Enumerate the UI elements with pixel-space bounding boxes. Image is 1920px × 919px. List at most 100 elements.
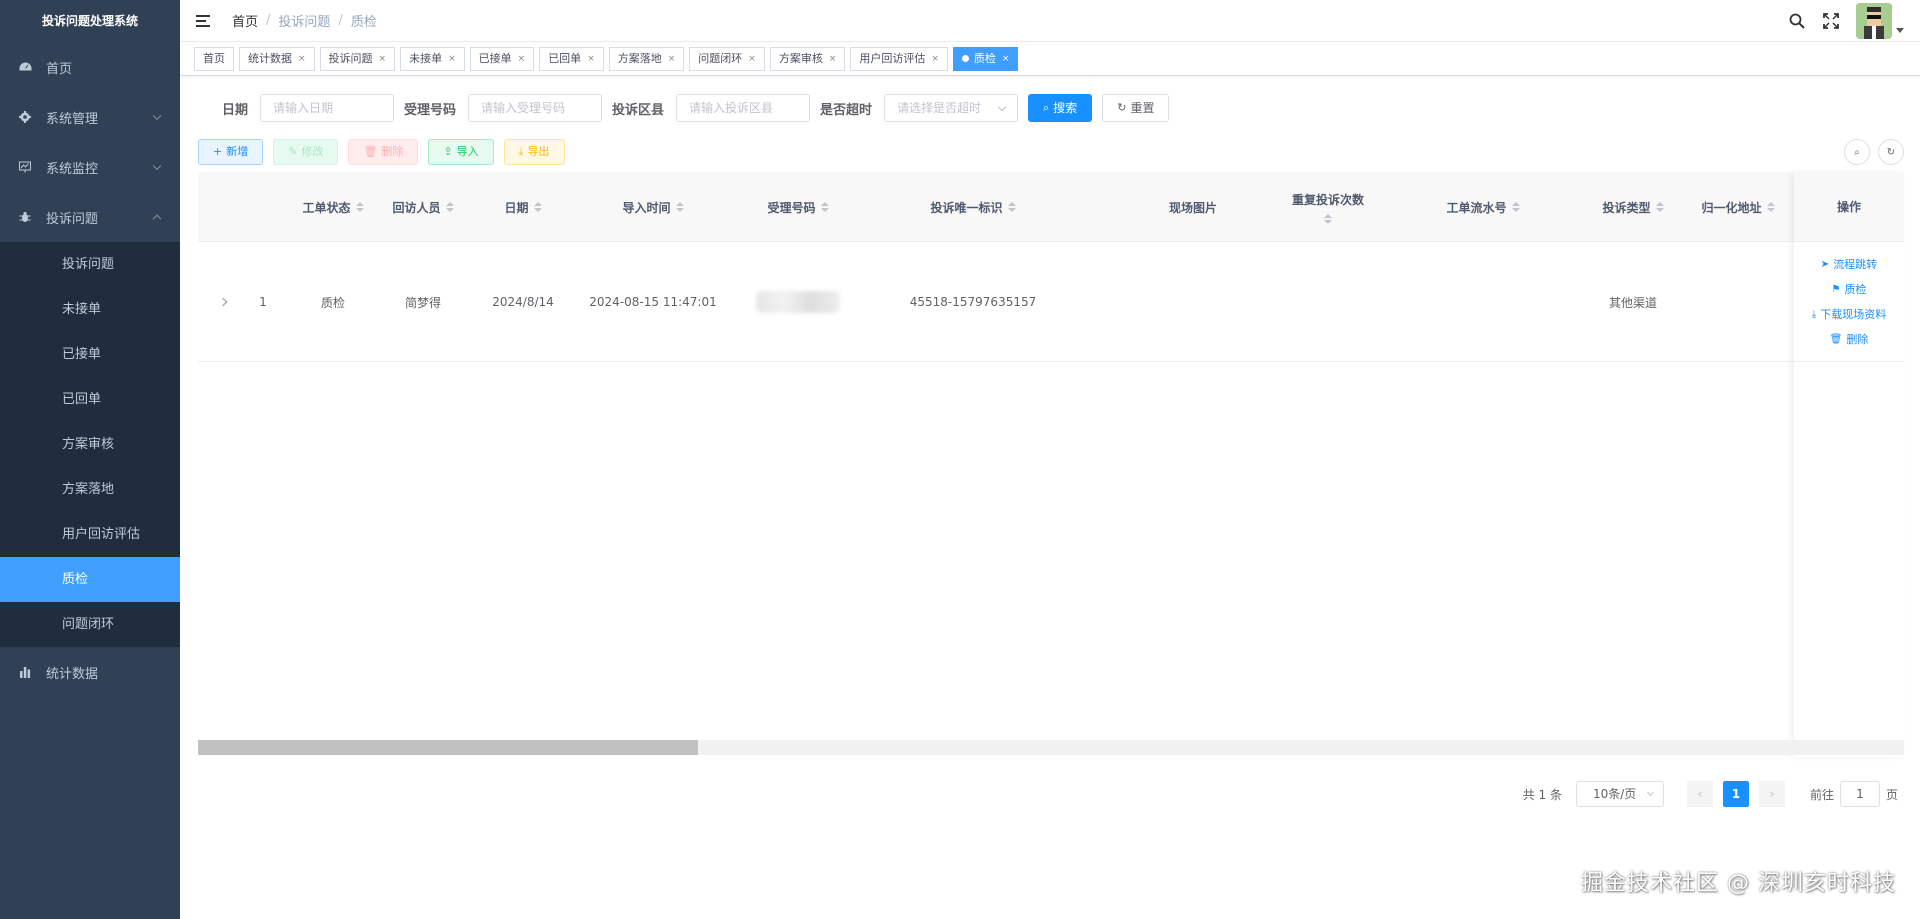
close-icon[interactable]: × (298, 48, 306, 70)
page-number[interactable]: 1 (1722, 781, 1749, 807)
tag-statistics[interactable]: 统计数据 × (239, 46, 315, 71)
page-size-select[interactable]: 10条/页 (1575, 781, 1664, 807)
hamburger-icon[interactable] (196, 14, 212, 27)
table-row[interactable]: 1 质检 简梦得 2024/8/14 2024-08-15 11:47:01 4… (198, 242, 1904, 362)
tag-user-revisit[interactable]: 用户回访评估 × (850, 46, 948, 71)
close-icon[interactable]: × (829, 48, 837, 70)
column-header[interactable]: 投诉类型 (1578, 172, 1688, 242)
scrollbar-thumb[interactable] (198, 740, 698, 755)
cell-acceptance-number (738, 242, 858, 362)
chevron-down-icon (1646, 788, 1655, 797)
close-icon[interactable]: × (518, 48, 526, 70)
sidebar: 投诉问题处理系统 首页 系统管理 系统监控 投诉问题 投诉问题 未接单 已接单 … (0, 0, 180, 919)
monitor-icon (18, 160, 32, 174)
edit-button[interactable]: ✎ 修改 (273, 139, 339, 165)
next-page-button[interactable]: › (1758, 781, 1785, 807)
toggle-search-icon[interactable]: ⌕ (1844, 139, 1870, 165)
sidebar-item-statistics[interactable]: 统计数据 (0, 647, 180, 697)
column-header[interactable]: 导入时间 (588, 172, 718, 242)
tag-plan-implementation[interactable]: 方案落地 × (608, 46, 685, 71)
close-icon[interactable]: × (668, 48, 676, 70)
sidebar-item-system-monitor[interactable]: 系统监控 (0, 142, 180, 192)
breadcrumb-item[interactable]: 首页 (232, 11, 258, 30)
close-icon[interactable]: × (379, 48, 387, 70)
cell-unique-id: 45518-15797635157 (909, 295, 1037, 309)
goto-page-input[interactable]: 1 (1839, 781, 1880, 807)
redacted-value (756, 291, 840, 313)
horizontal-scrollbar[interactable] (198, 740, 1904, 755)
cell-date: 2024/8/14 (492, 295, 554, 309)
flag-icon: ⚑ (1831, 283, 1841, 295)
refresh-icon[interactable]: ↻ (1878, 139, 1904, 165)
sidebar-item-complaint-list[interactable]: 投诉问题 (0, 242, 180, 287)
prev-page-button[interactable]: ‹ (1686, 781, 1713, 807)
goto-page: 前往 1 页 (1810, 781, 1898, 807)
top-navbar: 首页 / 投诉问题 / 质检 (180, 0, 1920, 42)
column-header[interactable]: 工单状态 (298, 172, 368, 242)
row-operations: ➤ 流程跳转 ⚑ 质检 ⤓ 下载现场资料 🗑 删除 (1794, 242, 1904, 362)
expand-row-icon[interactable] (208, 242, 238, 362)
delete-button[interactable]: 🗑 删除 (348, 139, 419, 165)
close-icon[interactable]: × (931, 48, 939, 70)
delete-row-link[interactable]: 🗑 删除 (1830, 327, 1869, 352)
tag-quality-check[interactable]: 质检 × (952, 46, 1019, 71)
tag-home[interactable]: 首页 (194, 46, 234, 71)
tag-accepted[interactable]: 已接单 × (469, 46, 535, 71)
sidebar-item-complaints[interactable]: 投诉问题 (0, 192, 180, 242)
overtime-select[interactable]: 请选择是否超时 (884, 94, 1019, 122)
export-button[interactable]: ⤓ 导出 (503, 139, 565, 165)
search-icon[interactable] (1788, 12, 1806, 30)
overtime-label: 是否超时 (820, 102, 873, 118)
column-header: 现场图片 (1168, 200, 1217, 215)
column-header[interactable]: 投诉唯一标识 (888, 172, 1058, 242)
total-count: 共 1 条 (1522, 787, 1562, 802)
close-icon[interactable]: × (1002, 48, 1010, 70)
column-header[interactable]: 日期 (473, 172, 573, 242)
column-header[interactable]: 工单流水号 (1418, 172, 1548, 242)
sidebar-item-unaccepted[interactable]: 未接单 (0, 287, 180, 332)
sidebar-item-label: 系统监控 (46, 161, 99, 177)
sidebar-item-closed-loop[interactable]: 问题闭环 (0, 602, 180, 647)
column-header[interactable]: 回访人员 (383, 172, 463, 242)
sidebar-item-label: 投诉问题 (46, 211, 99, 227)
avatar[interactable] (1856, 3, 1892, 39)
cell-import-time: 2024-08-15 11:47:01 (589, 295, 717, 309)
date-input[interactable]: 请输入日期 (260, 94, 395, 122)
close-icon[interactable]: × (748, 48, 756, 70)
upload-icon: ⇪ (443, 145, 453, 158)
sidebar-item-home[interactable]: 首页 (0, 42, 180, 92)
sidebar-item-replied[interactable]: 已回单 (0, 377, 180, 422)
quality-check-link[interactable]: ⚑ 质检 (1832, 277, 1867, 302)
close-icon[interactable]: × (587, 48, 595, 70)
column-header[interactable]: 受理号码 (738, 172, 858, 242)
close-icon[interactable]: × (448, 48, 456, 70)
column-header[interactable]: 重复投诉次数 (1268, 172, 1388, 242)
breadcrumb-item[interactable]: 投诉问题 (278, 11, 330, 30)
fullscreen-icon[interactable] (1822, 12, 1840, 30)
sidebar-item-plan-review[interactable]: 方案审核 (0, 422, 180, 467)
acceptance-number-label: 受理号码 (404, 102, 457, 118)
tag-closed-loop[interactable]: 问题闭环 × (689, 46, 765, 71)
breadcrumb-item: 质检 (350, 15, 377, 30)
acceptance-number-input[interactable]: 请输入受理号码 (468, 94, 603, 122)
search-button[interactable]: ⌕ 搜索 (1028, 94, 1093, 122)
tag-complaints[interactable]: 投诉问题 × (319, 46, 396, 71)
tag-plan-review[interactable]: 方案审核 × (769, 46, 846, 71)
district-input[interactable]: 请输入投诉区县 (676, 94, 811, 122)
sidebar-item-plan-implementation[interactable]: 方案落地 (0, 467, 180, 512)
download-site-data-link[interactable]: ⤓ 下载现场资料 (1812, 302, 1886, 327)
add-button[interactable]: + 新增 (198, 139, 264, 165)
sidebar-item-accepted[interactable]: 已接单 (0, 332, 180, 377)
table-header: 工单状态 回访人员 日期 导入时间 受理号码 投诉唯一标识 现场图片 重复投诉次… (198, 172, 1904, 242)
reset-button[interactable]: ↻ 重置 (1102, 94, 1170, 122)
caret-down-icon[interactable] (1896, 27, 1904, 33)
column-header[interactable]: 归一化地址 (1688, 172, 1788, 242)
search-icon: ⌕ (1043, 101, 1050, 114)
tag-unaccepted[interactable]: 未接单 × (400, 46, 465, 71)
process-jump-link[interactable]: ➤ 流程跳转 (1821, 252, 1877, 277)
sidebar-item-quality-check[interactable]: 质检 (0, 557, 180, 602)
sidebar-item-user-revisit[interactable]: 用户回访评估 (0, 512, 180, 557)
sidebar-item-system-management[interactable]: 系统管理 (0, 92, 180, 142)
import-button[interactable]: ⇪ 导入 (428, 139, 494, 165)
tag-replied[interactable]: 已回单 × (539, 46, 604, 71)
